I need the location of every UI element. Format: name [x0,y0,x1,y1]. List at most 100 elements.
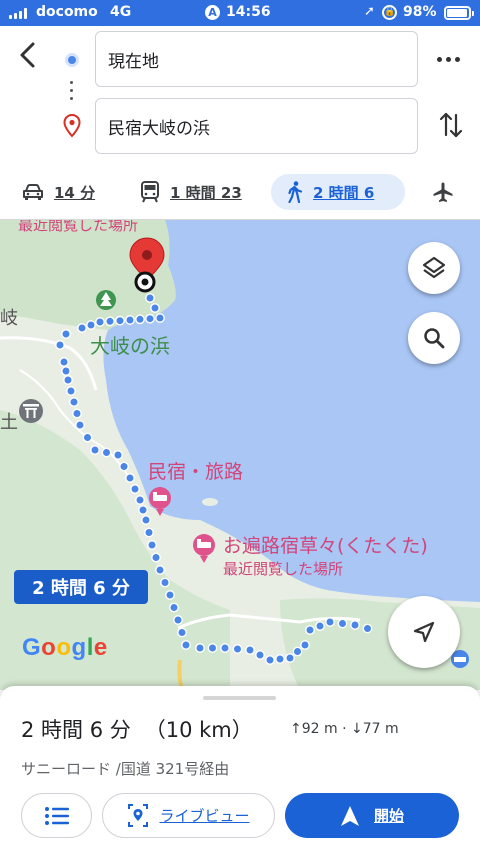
tab-driving-label: 14 分 [54,183,96,202]
navigation-arrow-icon [413,621,435,643]
train-icon [141,181,159,203]
walk-icon [288,181,303,203]
route-dot [125,315,135,325]
route-dot [135,495,145,505]
route-dot [177,627,187,638]
signal-icon [9,8,31,19]
route-dot [145,293,155,303]
destination-pin-icon [63,114,81,138]
swap-route-button[interactable] [438,110,464,140]
route-dot [69,397,79,407]
route-dot [315,621,325,631]
start-label: 開始 [373,807,404,825]
carrier-name: docomo [36,4,98,20]
route-duration-chip[interactable]: 2 時間 6 分 [14,570,148,604]
tab-driving[interactable]: 14 分 [22,174,95,210]
route-dot [125,473,135,483]
tab-transit[interactable]: 1 時間 23 [140,174,242,210]
origin-dot-icon [65,53,79,67]
travel-mode-tabs: 14 分 1 時間 23 2 時間 6 [0,172,480,216]
route-dot [61,366,71,376]
shrine-marker [19,399,43,423]
live-view-label: ライブビュー [159,807,250,825]
route-dot [135,314,145,325]
islet [202,498,218,506]
live-view-icon [128,803,149,827]
route-dot-icon [70,81,73,84]
steps-button[interactable] [21,793,92,838]
back-arrow-icon [20,42,35,68]
route-summary: 2 時間 6 分 （10 km） [21,714,253,744]
route-dot [155,313,165,323]
navigation-arrow-icon [340,805,359,826]
network-type: 4G [110,4,132,20]
google-logo: Google [22,634,108,661]
layers-button[interactable] [408,242,460,294]
lodging-marker [451,650,469,668]
route-dot [72,408,82,419]
my-location-button[interactable] [388,596,460,668]
focus-mode-icon: A [205,5,220,20]
map-label-recent[interactable]: 最近閲覧した場所 [18,220,138,235]
origin-field[interactable]: 現在地 [95,31,418,87]
map-label-ohenro-inn[interactable]: お遍路宿草々(くたくた) [223,531,428,558]
route-dot [75,420,85,430]
more-options-button[interactable] [436,52,462,66]
search-along-route-button[interactable] [408,312,460,364]
route-dot [337,618,348,629]
elevation-info: ↑92 m · ↓77 m [290,721,399,737]
layers-icon [422,256,446,279]
battery-icon [444,6,474,20]
route-dot [55,340,65,350]
map-label-edge: 岐 [0,308,18,329]
route-dot [362,623,373,634]
route-dot [105,316,115,327]
map-view[interactable]: 最近閲覧した場所 大岐の浜 民宿・旅路 お遍路宿草々(くたくた) 最近閲覧した場… [0,220,480,690]
start-navigation-button[interactable]: 開始 [285,793,459,838]
route-dot [115,315,125,326]
route-dot [147,540,157,550]
route-dot [169,602,179,613]
route-dot [86,320,96,330]
route-dot [113,450,123,460]
route-dot [245,645,255,655]
search-icon [424,328,445,349]
route-dot [300,640,310,650]
route-dot [232,644,243,654]
live-view-button[interactable]: ライブビュー [102,793,275,838]
route-dot [292,646,303,657]
tab-flights[interactable] [432,174,464,210]
route-distance: （10 km） [144,718,253,742]
route-dot-icon [70,97,73,100]
car-icon [23,184,43,200]
route-dot [82,432,93,443]
route-dot [145,313,155,324]
clock: 14:56 [226,4,271,20]
route-dot [285,653,295,663]
tab-walking[interactable]: 2 時間 6 [271,174,405,210]
route-dot [195,643,205,653]
map-label-recent: 最近閲覧した場所 [223,560,344,578]
tab-walking-label: 2 時間 6 [313,183,375,202]
location-services-icon: ➚ [364,4,375,19]
route-dot-icon [70,89,73,92]
route-dot [350,620,360,630]
route-dot [63,375,73,385]
route-dot [141,515,151,525]
route-dot [61,329,71,339]
route-dot [325,617,335,627]
map-label-oki-beach[interactable]: 大岐の浜 [90,330,170,359]
route-dot [181,640,191,650]
map-label-minshuku-tabiji[interactable]: 民宿・旅路 [148,457,243,484]
destination-field[interactable]: 民宿大岐の浜 [95,98,418,154]
route-dot [66,386,76,396]
route-via: サニーロード /国道 321号経由 [21,760,230,778]
back-button[interactable] [16,40,42,70]
route-dot [90,445,100,455]
route-dot [265,655,275,665]
route-dot [130,484,140,494]
sheet-drag-handle[interactable] [203,696,276,700]
route-dot [160,577,170,588]
route-dot [77,323,87,333]
route-dot [165,590,175,600]
